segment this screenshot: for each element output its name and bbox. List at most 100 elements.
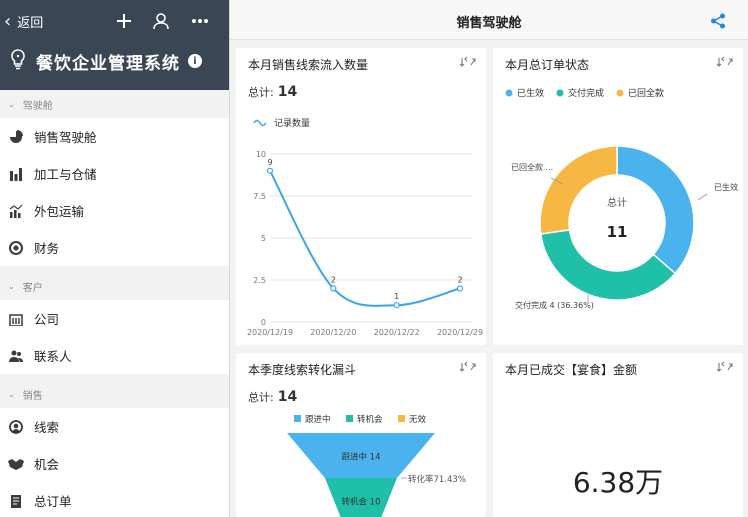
bar-line-icon [8, 203, 24, 219]
nav-label: 加工与仓储 [34, 167, 97, 182]
page-title: 销售驾驶舱 [456, 16, 522, 31]
legend-swatch [398, 415, 405, 422]
funnel-chart: 跟进中 转机会 无效 跟进中 14 转机会 10 转化率71.43% [287, 414, 466, 517]
donut-slice [539, 145, 618, 235]
callout-label: 交付完成 4 (36.36%) [515, 300, 594, 310]
building-icon [8, 311, 24, 327]
user-settings-icon[interactable] [151, 10, 173, 32]
funnel-card: 本季度线索转化漏斗 总计: 14 跟进中 转机会 无效 跟进中 14 转机会 10 转化率… [236, 353, 486, 517]
legend-label: 交付完成 [568, 87, 604, 99]
callout-label: 已回全款 ... [511, 162, 553, 172]
amount-value: 6.38万 [572, 466, 664, 499]
legend-label: 无效 [409, 414, 427, 425]
legend-label: 已回全款 [628, 87, 664, 99]
x-tick-label: 2020/12/29 [437, 328, 483, 337]
nav-group-cockpit: ⌄ 驾驶舱 销售驾驶舱 加工与仓储 外包运输 财务 [0, 90, 229, 266]
data-label: 9 [267, 158, 272, 167]
lightbulb-icon [8, 48, 28, 74]
funnel-stage-label: 跟进中 14 [341, 452, 380, 463]
callout-label: 已生效 [714, 182, 738, 192]
nav-label: 总订单 [34, 494, 72, 509]
contacts-icon [8, 348, 24, 364]
amount-card: 本月已成交【宴食】金额 6.38万 [493, 353, 743, 517]
nav-item-finance[interactable]: 财务 [0, 229, 229, 266]
legend-label: 跟进中 [305, 414, 331, 425]
sidebar-header: ‹ 返回 餐饮企业管理系统 i [0, 0, 229, 90]
data-point [266, 167, 274, 174]
y-tick-label: 0 [261, 318, 266, 327]
bar-icon [8, 166, 24, 182]
donut-center-value: 11 [607, 223, 628, 241]
nav-group-title[interactable]: ⌄ 客户 [0, 272, 229, 300]
nav-label: 财务 [34, 241, 60, 256]
nav-item-orders[interactable]: 总订单 [0, 482, 229, 517]
nav-label: 外包运输 [34, 204, 85, 219]
legend-label: 记录数量 [274, 117, 310, 129]
order-icon [8, 493, 24, 509]
caret-down-icon: ⌄ [8, 281, 15, 291]
y-tick-label: 7.5 [253, 192, 266, 201]
finance-icon [8, 240, 24, 256]
data-point [330, 285, 337, 292]
donut-center-label: 总计 [607, 196, 627, 209]
data-point [393, 302, 400, 309]
data-point [456, 285, 464, 292]
lead-icon [8, 419, 24, 435]
y-tick-label: 2.5 [253, 276, 266, 285]
back-button[interactable]: ‹ 返回 [4, 12, 43, 31]
nav-item-company[interactable]: 公司 [0, 300, 229, 337]
legend-swatch [505, 89, 513, 97]
caret-down-icon: ⌄ [8, 389, 15, 399]
donut-slice [616, 145, 695, 275]
orders-donut-chart: 已生效 交付完成 已回全款 已生效交付完成 4 (36.36%) 已回全款 ... 总… [505, 87, 738, 310]
main-content: 销售驾驶舱 本月销售线索流入数量 总计: 14 记录数量 0 2.5 5 7.5 10 20… [230, 0, 748, 517]
top-bar: 销售驾驶舱 [230, 0, 748, 40]
card-title: 本月已成交【宴食】金额 [505, 363, 638, 377]
info-icon[interactable]: i [188, 54, 202, 68]
legend-swatch [616, 89, 624, 97]
nav-item-leads[interactable]: 线索 [0, 408, 229, 445]
expand-icon[interactable] [717, 361, 733, 373]
nav-label: 公司 [34, 312, 60, 327]
legend-line-icon [253, 119, 267, 127]
add-icon[interactable] [113, 10, 135, 32]
nav-group-customer: ⌄ 客户 公司 联系人 [0, 272, 229, 374]
conversion-label: 转化率71.43% [408, 474, 466, 485]
leads-card: 本月销售线索流入数量 总计: 14 记录数量 0 2.5 5 7.5 10 2020/12/… [236, 48, 486, 345]
nav-item-transport[interactable]: 外包运输 [0, 192, 229, 229]
x-tick-label: 2020/12/19 [247, 328, 293, 337]
x-tick-label: 2020/12/20 [310, 328, 356, 337]
data-label: 1 [394, 292, 399, 301]
data-label: 2 [457, 275, 462, 284]
nav-item-sales-cockpit[interactable]: 销售驾驶舱 [0, 118, 229, 155]
legend-swatch [556, 89, 564, 97]
nav-label: 线索 [34, 420, 60, 435]
chart-legend: 记录数量 [253, 117, 310, 129]
nav-label: 联系人 [34, 349, 72, 364]
share-icon[interactable] [710, 13, 726, 29]
nav-label: 销售驾驶舱 [34, 130, 97, 145]
callout-line [697, 193, 708, 201]
chevron-left-icon: ‹ [4, 10, 12, 32]
data-label: 2 [331, 275, 336, 284]
nav-group-sales: ⌄ 销售 线索 机会 总订单 [0, 380, 229, 517]
nav-group-title[interactable]: ⌄ 驾驶舱 [0, 90, 229, 118]
nav-item-opportunity[interactable]: 机会 [0, 445, 229, 482]
caret-down-icon: ⌄ [8, 99, 15, 109]
y-tick-label: 5 [261, 234, 266, 243]
sidebar: ‹ 返回 餐饮企业管理系统 i ⌄ 驾驶舱 销售驾驶舱 加工与仓储 外包运输 财… [0, 0, 230, 517]
pie-icon [8, 129, 24, 145]
orders-card: 本月总订单状态 已生效 交付完成 已回全款 已生效 交付完成 4 (36.36%) 已回… [493, 48, 743, 345]
legend-label: 已生效 [517, 87, 544, 99]
leads-line-chart: 记录数量 0 2.5 5 7.5 10 2020/12/19 2020/12/20 2020/… [247, 117, 483, 337]
legend-label: 转机会 [357, 414, 383, 425]
back-label: 返回 [17, 16, 44, 31]
y-tick-label: 10 [256, 150, 266, 159]
nav-item-processing[interactable]: 加工与仓储 [0, 155, 229, 192]
more-icon[interactable] [189, 10, 211, 32]
nav-group-title[interactable]: ⌄ 销售 [0, 380, 229, 408]
handshake-icon [8, 456, 24, 472]
nav-item-contacts[interactable]: 联系人 [0, 337, 229, 374]
nav-label: 机会 [34, 457, 60, 472]
legend-swatch [346, 415, 353, 422]
